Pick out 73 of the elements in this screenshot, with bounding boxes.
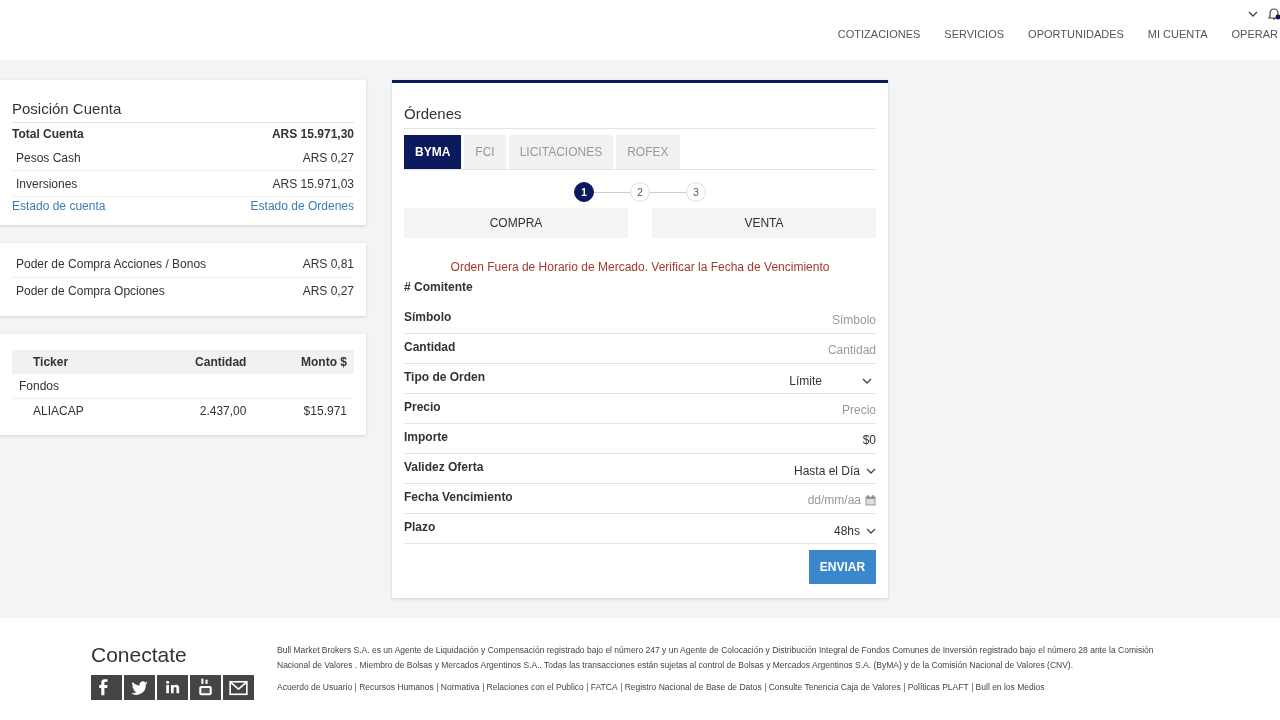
group-row: Fondos xyxy=(12,374,354,399)
legal-text: Bull Market Brokers S.A. es un Agente de Liquidación y Compensación registrado bajo el número 247 y un Agente de Colocación y Distribución Integral de Fondos Comunes de Inversión registrado bajo el número 28 ante la Comisión Nacional de Valores . Miembro de Bolsas y Mercados Argentinos S.A.. Todas las transacciones están sujetas al control de Bolsas y Mercados Argentinos S.A. (ByMA) y de la Comisión Nacional de Valores (CNV). xyxy=(277,644,1155,672)
input-field[interactable]: Cantidad xyxy=(726,334,876,357)
footer-link[interactable]: Bull en los Medios xyxy=(971,682,1045,692)
buying-power-value: ARS 0,27 xyxy=(302,284,354,298)
field-label: Importe xyxy=(404,429,448,444)
warning-message: Orden Fuera de Horario de Mercado. Verificar la Fecha de Vencimiento xyxy=(449,260,831,274)
footer-title: Conectate xyxy=(91,643,188,667)
select-field[interactable]: 48hs xyxy=(833,514,876,538)
buying-power-value: ARS 0,81 xyxy=(302,257,354,271)
step-indicator: 1 xyxy=(574,182,594,202)
amount-value: $0 xyxy=(862,432,876,447)
field-label: Cantidad xyxy=(404,339,456,354)
column-header: Ticker xyxy=(12,350,144,374)
account-value: ARS 15.971,03 xyxy=(272,176,354,191)
facebook-icon[interactable] xyxy=(91,675,122,700)
side-toggle[interactable]: COMPRA xyxy=(404,208,628,238)
side-toggle[interactable]: VENTA xyxy=(652,208,876,238)
footer-link[interactable]: Registro Nacional de Base de Datos xyxy=(620,682,762,692)
table-cell: ALIACAP xyxy=(12,398,144,423)
footer-link[interactable]: Relaciones con el Publico xyxy=(482,682,584,692)
account-link[interactable]: Estado de cuenta xyxy=(12,199,106,213)
footer-link[interactable]: Consulte Tenencia Caja de Valores xyxy=(764,682,901,692)
footer-link[interactable]: Recursos Humanos xyxy=(355,682,434,692)
buying-power-label: Poder de Compra Acciones / Bonos xyxy=(16,257,207,271)
chevron-down-icon xyxy=(866,528,876,534)
account-link[interactable]: Estado de Ordenes xyxy=(250,199,354,213)
input-field[interactable]: Precio xyxy=(726,394,876,417)
youtube-icon[interactable] xyxy=(190,675,221,700)
buying-power-label: Poder de Compra Opciones xyxy=(16,284,165,298)
column-header: Cantidad xyxy=(143,350,254,374)
field-label: Validez Oferta xyxy=(404,459,484,474)
nav-link[interactable]: MI CUENTA xyxy=(1147,28,1208,40)
footer-link[interactable]: FATCA xyxy=(586,682,618,692)
account-label: Total Cuenta xyxy=(12,127,84,141)
table-cell: $15.971 xyxy=(253,398,354,423)
panel-title: Posición Cuenta xyxy=(12,100,354,123)
table-cell: 2.437,00 xyxy=(143,398,254,423)
market-tab[interactable]: BYMA xyxy=(404,135,462,169)
account-label: Inversiones xyxy=(16,176,78,191)
chevron-down-icon xyxy=(862,378,872,384)
nav-link[interactable]: COTIZACIONES xyxy=(837,28,921,40)
panel-title: Órdenes xyxy=(404,105,876,129)
chevron-down-icon[interactable] xyxy=(1248,11,1258,17)
nav-link[interactable]: OPERAR xyxy=(1231,28,1278,40)
send-button[interactable]: ENVIAR xyxy=(809,550,876,584)
field-label: Símbolo xyxy=(404,309,452,324)
twitter-icon[interactable] xyxy=(124,675,155,700)
account-label: Pesos Cash xyxy=(16,150,81,165)
nav-link[interactable]: OPORTUNIDADES xyxy=(1028,28,1124,40)
column-header: Monto $ xyxy=(253,350,354,374)
calendar-icon[interactable] xyxy=(865,494,876,506)
bell-icon[interactable] xyxy=(1268,7,1280,21)
mail-icon[interactable] xyxy=(223,675,254,700)
footer-link[interactable]: Normativa xyxy=(436,682,480,692)
select-field[interactable]: Límite xyxy=(789,364,876,388)
select-field[interactable]: Hasta el Día xyxy=(793,454,876,478)
chevron-down-icon xyxy=(866,468,876,474)
field-label: Plazo xyxy=(404,519,436,534)
step-indicator: 2 xyxy=(630,182,650,202)
nav-link[interactable]: SERVICIOS xyxy=(944,28,1005,40)
footer-link[interactable]: Políticas PLAFT xyxy=(903,682,969,692)
footer-link[interactable]: Acuerdo de Usuario xyxy=(277,682,353,692)
field-label: Fecha Vencimiento xyxy=(404,489,513,504)
field-label: Tipo de Orden xyxy=(404,369,486,384)
linkedin-icon[interactable] xyxy=(157,675,188,700)
step-indicator: 3 xyxy=(686,182,706,202)
account-value: ARS 0,27 xyxy=(302,150,354,165)
field-label: # Comitente xyxy=(404,280,473,294)
date-field[interactable]: dd/mm/aa xyxy=(791,493,861,507)
account-value: ARS 15.971,30 xyxy=(271,127,354,141)
field-label: Precio xyxy=(404,399,441,414)
input-field[interactable]: Símbolo xyxy=(726,304,876,327)
